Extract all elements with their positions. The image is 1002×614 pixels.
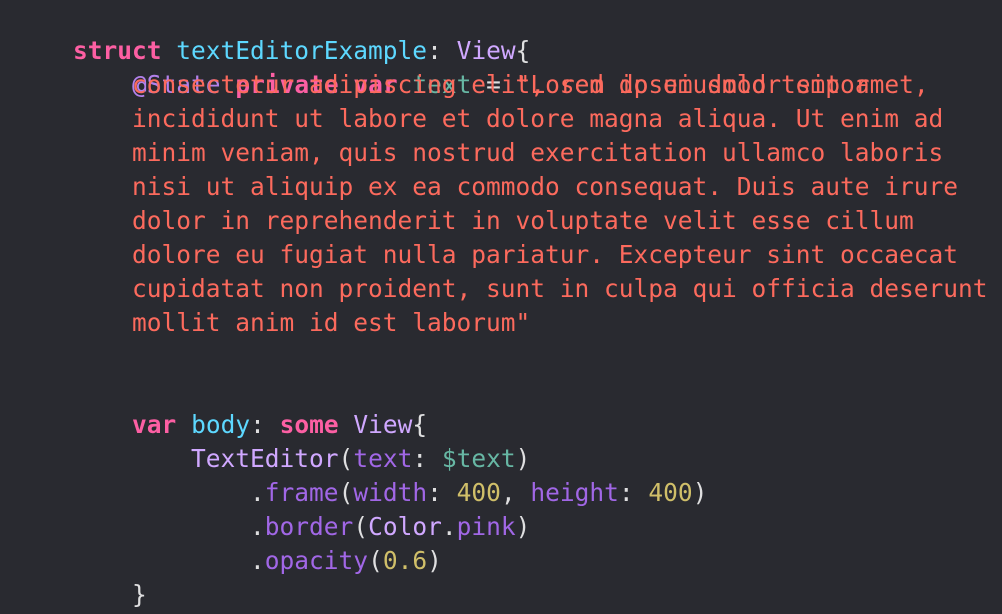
string-literal-end: mollit anim id est laborum" bbox=[132, 308, 531, 337]
argument-label-height: height bbox=[530, 478, 619, 507]
colon: : bbox=[618, 478, 649, 507]
string-literal: cupidatat non proident, sunt in culpa qu… bbox=[132, 274, 988, 303]
open-paren: ( bbox=[338, 444, 354, 473]
number-opacity: 0.6 bbox=[382, 546, 428, 575]
code-line-body-declaration: var body: some View{ bbox=[14, 374, 1002, 439]
colon: : bbox=[250, 410, 280, 439]
method-border: border bbox=[264, 512, 354, 541]
type-view: View bbox=[456, 36, 516, 65]
number-width: 400 bbox=[456, 478, 501, 507]
open-paren: ( bbox=[368, 546, 383, 575]
code-line-close-struct: } bbox=[14, 578, 1002, 612]
dot: . bbox=[250, 478, 265, 507]
code-line-string: minim veniam, quis nostrud exercitation … bbox=[14, 136, 1002, 170]
code-line-struct-declaration: struct textEditorExample: View{ bbox=[14, 0, 1002, 65]
close-paren: ) bbox=[427, 546, 442, 575]
open-brace: { bbox=[412, 410, 428, 439]
code-line-string: consectetur adipiscing elit, sed do eius… bbox=[14, 68, 1002, 102]
close-paren: ) bbox=[515, 512, 531, 541]
string-literal: minim veniam, quis nostrud exercitation … bbox=[132, 138, 944, 167]
code-line-string: mollit anim id est laborum" bbox=[14, 306, 1002, 340]
open-brace: { bbox=[515, 36, 531, 65]
string-literal: nisi ut aliquip ex ea commodo consequat.… bbox=[132, 172, 959, 201]
close-paren: ) bbox=[515, 444, 531, 473]
dot: . bbox=[250, 512, 265, 541]
code-line-string: incididunt ut labore et dolore magna ali… bbox=[14, 102, 1002, 136]
property-body: body bbox=[191, 410, 251, 439]
type-color: Color bbox=[368, 512, 442, 541]
colon: : bbox=[427, 478, 457, 507]
keyword-some: some bbox=[279, 410, 339, 439]
code-line-string: nisi ut aliquip ex ea commodo consequat.… bbox=[14, 170, 1002, 204]
keyword-var: var bbox=[132, 410, 177, 439]
string-literal: dolore eu fugiat nulla pariatur. Excepte… bbox=[132, 240, 959, 269]
argument-label-width: width bbox=[353, 478, 428, 507]
close-paren: ) bbox=[692, 478, 708, 507]
argument-label-text: text bbox=[353, 444, 413, 473]
open-paren: ( bbox=[353, 512, 369, 541]
dot: . bbox=[250, 546, 265, 575]
keyword-struct: struct bbox=[73, 36, 162, 65]
code-line-string: cupidatat non proident, sunt in culpa qu… bbox=[14, 272, 1002, 306]
type-view: View bbox=[353, 410, 413, 439]
method-opacity: opacity bbox=[264, 546, 369, 575]
code-line-string: dolor in reprehenderit in voluptate veli… bbox=[14, 204, 1002, 238]
dot: . bbox=[441, 512, 457, 541]
string-literal: incididunt ut labore et dolore magna ali… bbox=[132, 104, 944, 133]
close-brace: } bbox=[132, 580, 147, 609]
member-pink: pink bbox=[456, 512, 516, 541]
string-literal: consectetur adipiscing elit, sed do eius… bbox=[132, 70, 870, 99]
colon: : bbox=[427, 36, 457, 65]
code-editor[interactable]: struct textEditorExample: View{ @State p… bbox=[0, 0, 1002, 614]
type-texteditor: TextEditor bbox=[191, 444, 339, 473]
binding-text: $text bbox=[441, 444, 516, 473]
comma: , bbox=[500, 478, 531, 507]
code-line-string: dolore eu fugiat nulla pariatur. Excepte… bbox=[14, 238, 1002, 272]
struct-name: textEditorExample bbox=[176, 36, 428, 65]
number-height: 400 bbox=[648, 478, 693, 507]
string-literal: dolor in reprehenderit in voluptate veli… bbox=[132, 206, 914, 235]
open-paren: ( bbox=[338, 478, 354, 507]
colon: : bbox=[412, 444, 442, 473]
method-frame: frame bbox=[264, 478, 339, 507]
